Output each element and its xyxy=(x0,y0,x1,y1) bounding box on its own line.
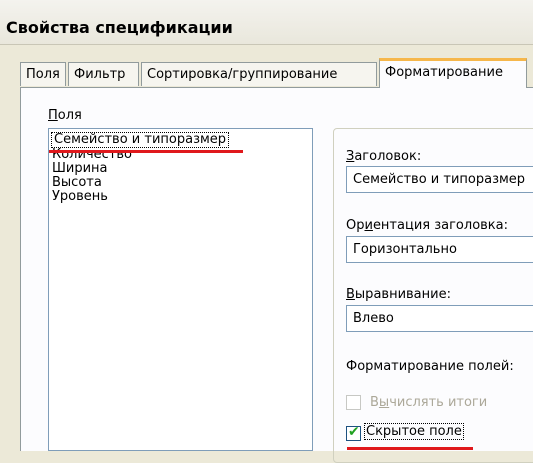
fields-list-label: Поля xyxy=(48,108,82,123)
list-item[interactable]: Высота xyxy=(52,176,102,190)
list-item[interactable]: Семейство и типоразмер xyxy=(51,132,230,148)
tab-fields[interactable]: Поля xyxy=(20,62,66,86)
list-item[interactable]: Ширина xyxy=(52,162,108,176)
tab-strip: Поля Фильтр Сортировка/группирование Фор… xyxy=(20,58,533,88)
heading-field[interactable]: Семейство и типоразмер xyxy=(346,166,533,193)
calc-totals-mnemonic: ы xyxy=(378,395,390,410)
alignment-label: Выравнивание: xyxy=(346,287,451,302)
window-title: Свойства спецификации xyxy=(6,18,233,37)
orientation-label-mnemonic: и xyxy=(364,218,373,233)
hidden-field-checkbox[interactable]: ✔ xyxy=(346,424,361,441)
hidden-field-focus: Скрытое поле xyxy=(364,423,464,440)
heading-label: Заголовок: xyxy=(346,149,422,164)
fields-listbox[interactable]: Семейство и типоразмер Количество Ширина… xyxy=(48,128,313,451)
orientation-select[interactable]: Горизонтально xyxy=(346,236,533,263)
field-format-label: Форматирование полей: xyxy=(346,359,514,374)
calc-totals-checkbox[interactable] xyxy=(346,395,361,410)
tab-filter[interactable]: Фильтр xyxy=(68,62,139,86)
tab-formatting[interactable]: Форматирование xyxy=(379,58,527,88)
list-item[interactable]: Уровень xyxy=(52,190,108,204)
alignment-label-mnemonic: В xyxy=(346,287,355,302)
hidden-field-label: Скрытое поле xyxy=(364,423,464,440)
fields-list-label-mnemonic: П xyxy=(48,108,58,123)
check-mark-icon: ✔ xyxy=(348,424,360,440)
title-bar: Свойства спецификации xyxy=(0,0,533,45)
alignment-select[interactable]: Влево xyxy=(346,305,533,332)
red-annotation-underline xyxy=(49,150,243,153)
calc-totals-label: Вычислять итоги xyxy=(370,395,488,410)
heading-label-mnemonic: З xyxy=(346,149,355,164)
orientation-label: Ориентация заголовка: xyxy=(346,218,509,233)
red-annotation-underline-2 xyxy=(347,447,473,450)
tab-sorting-grouping[interactable]: Сортировка/группирование xyxy=(141,62,377,86)
